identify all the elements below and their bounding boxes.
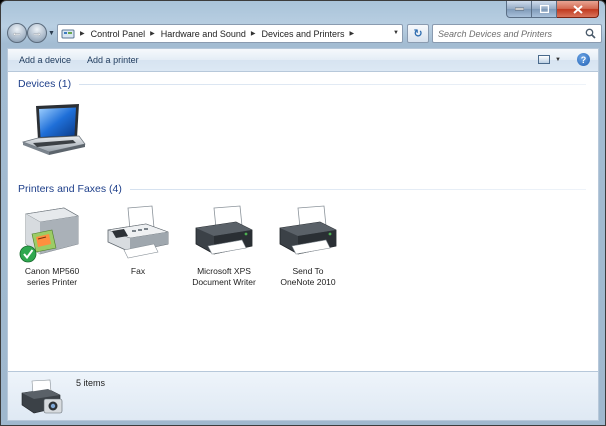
breadcrumb-devices-and-printers[interactable]: Devices and Printers [261,29,344,39]
back-arrow-icon: ← [11,27,23,39]
details-pane: 5 items [7,371,599,421]
content-pane: Devices (1) Printers and Faxes (4) Canon… [7,72,599,371]
explorer-window: ← → ▼ ▶ Control Panel ▶ Hardware and Sou… [0,0,606,426]
minimize-button[interactable] [506,1,532,18]
search-input[interactable] [438,28,583,39]
printer-label-line2: Document Writer [192,277,256,287]
close-icon [572,4,583,14]
maximize-icon [539,5,549,13]
printer-icon [195,205,253,255]
breadcrumb-separator-icon[interactable]: ▶ [350,30,355,37]
breadcrumb-hardware-and-sound[interactable]: Hardware and Sound [161,29,246,39]
laptop-icon [21,104,86,155]
forward-button[interactable]: → [27,23,47,43]
minimize-icon [514,7,524,11]
printer-item-canon-mp560[interactable]: Canon MP560 series Printer [14,204,90,288]
breadcrumb-separator-icon[interactable]: ▶ [251,30,256,37]
printer-label-line1: Canon MP560 [24,266,80,276]
fax-icon [107,205,169,259]
breadcrumb-control-panel[interactable]: Control Panel [91,29,146,39]
printer-item-send-to-onenote[interactable]: Send To OneNote 2010 [270,204,346,288]
help-icon[interactable]: ? [577,53,590,66]
printer-item-microsoft-xps[interactable]: Microsoft XPS Document Writer [186,204,262,288]
add-device-button[interactable]: Add a device [8,49,79,71]
group-divider [129,188,586,190]
back-button[interactable]: ← [7,23,27,43]
search-icon[interactable] [585,28,596,39]
devices-group-header[interactable]: Devices (1) [18,77,586,91]
device-item-laptop[interactable] [16,100,92,162]
navigation-bar: ← → ▼ ▶ Control Panel ▶ Hardware and Sou… [7,21,602,45]
item-count: 5 items [76,378,106,388]
view-options-dropdown-icon[interactable]: ▼ [555,57,561,63]
group-divider [79,83,586,85]
printer-label-line1: Send To [292,266,324,276]
command-bar: Add a device Add a printer ▼ ? [7,48,599,72]
add-printer-button[interactable]: Add a printer [79,49,147,71]
forward-arrow-icon: → [31,27,43,39]
address-bar[interactable]: ▶ Control Panel ▶ Hardware and Sound ▶ D… [57,24,403,43]
printer-label-line2: OneNote 2010 [280,277,336,287]
refresh-icon: ↻ [413,28,423,40]
breadcrumb-separator-icon[interactable]: ▶ [150,30,155,37]
caption-buttons [506,1,599,18]
devices-group-title[interactable]: Devices (1) [18,78,71,90]
printer-label-line1: Fax [130,266,146,276]
breadcrumb-separator-icon[interactable]: ▶ [80,30,85,37]
printer-item-fax[interactable]: Fax [100,204,176,277]
search-box[interactable] [432,24,602,43]
printer-icon [279,205,337,255]
change-view-icon[interactable] [538,55,551,64]
close-button[interactable] [557,1,599,18]
printer-label-line1: Microsoft XPS [197,266,251,276]
devices-and-printers-icon [21,379,63,414]
printers-group-header[interactable]: Printers and Faxes (4) [18,182,586,196]
multifunction-printer-icon [19,207,79,263]
printers-group-title[interactable]: Printers and Faxes (4) [18,183,122,195]
address-dropdown-icon[interactable]: ▼ [393,30,399,36]
printer-label-line2: series Printer [26,277,78,287]
refresh-button[interactable]: ↻ [407,24,429,43]
control-panel-icon [61,29,75,38]
maximize-button[interactable] [532,1,557,18]
